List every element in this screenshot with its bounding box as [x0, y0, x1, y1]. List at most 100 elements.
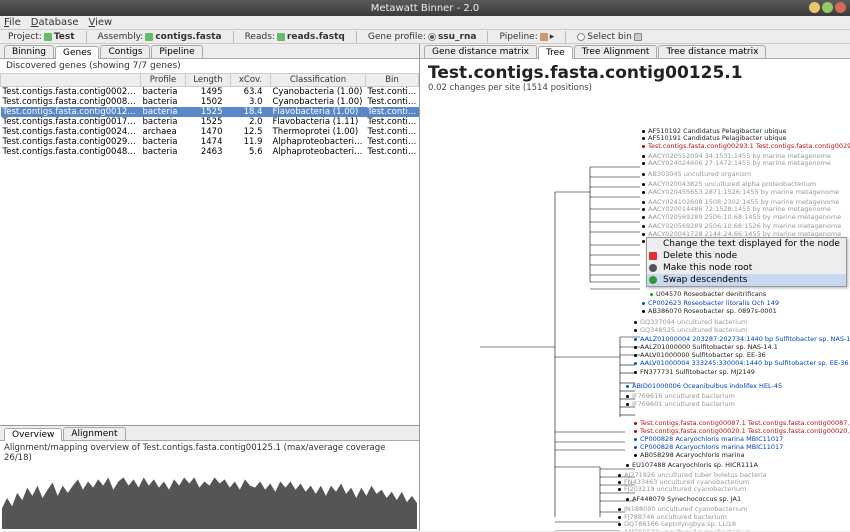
table-row[interactable]: Test.contigs.fasta.contig00125.1bacteria…: [1, 107, 419, 117]
tab-overview[interactable]: Overview: [4, 428, 62, 441]
tree-node-tip[interactable]: [634, 354, 637, 357]
tree-leaf-label[interactable]: Test.contigs.fasta.contig00020.1 Test.co…: [640, 427, 850, 435]
table-row[interactable]: Test.contigs.fasta.contig00240.1archaea1…: [1, 127, 419, 137]
tree-leaf-label[interactable]: JF769616 uncultured bacterium: [632, 392, 735, 400]
tree-node-tip[interactable]: [634, 362, 637, 365]
tree-node-tip[interactable]: [626, 403, 629, 406]
tree-leaf-label[interactable]: AB386070 Roseobacter sp. 0897s-0001: [648, 307, 777, 315]
tree-node-tip[interactable]: [618, 488, 621, 491]
tree-leaf-label[interactable]: CP000828 Acaryochloris marina MBIC11017: [640, 435, 783, 443]
tree-leaf-label[interactable]: AF448079 Synechococcus sp. JA1: [632, 495, 741, 503]
radio-on-icon[interactable]: [428, 33, 436, 41]
tree-node-tip[interactable]: [634, 329, 637, 332]
tree-leaf-label[interactable]: AACY020569289 2506:10.68:1455 by marine …: [648, 213, 841, 221]
table-row[interactable]: Test.contigs.fasta.contig00484.1bacteria…: [1, 147, 419, 157]
tree-node-tip[interactable]: [626, 385, 629, 388]
tree-leaf-label[interactable]: AF510191 Candidatus Pelagibacter ubique: [648, 134, 787, 142]
tab-tree-distance-matrix[interactable]: Tree distance matrix: [658, 45, 766, 58]
tree-node-tip[interactable]: [642, 216, 645, 219]
tree-leaf-label[interactable]: AALV01000004 333245:330004:1440 bp Sulfi…: [640, 359, 849, 367]
tab-binning[interactable]: Binning: [4, 45, 54, 58]
tree-node-tip[interactable]: [642, 173, 645, 176]
tree-leaf-label[interactable]: AACY020569289 2506:10.68:1526 by marine …: [648, 222, 841, 230]
tree-context-menu[interactable]: Change the text displayed for the nodeDe…: [646, 237, 847, 287]
tree-node-tip[interactable]: [650, 293, 653, 296]
menu-view[interactable]: View: [88, 17, 112, 28]
tree-node-tip[interactable]: [634, 338, 637, 341]
tree-leaf-label[interactable]: AACY020043825 uncultured alpha proteobac…: [648, 180, 816, 188]
tree-leaf-label[interactable]: EU107488 Acaryochloris sp. HICR111A: [632, 461, 758, 469]
tab-gene-distance-matrix[interactable]: Gene distance matrix: [424, 45, 537, 58]
tab-pipeline[interactable]: Pipeline: [151, 45, 202, 58]
tree-node-tip[interactable]: [642, 225, 645, 228]
tree-leaf-label[interactable]: AB303045 uncultured organism: [648, 170, 751, 178]
tree-leaf-label[interactable]: FN377731 Sulfitobacter sp. MJ2149: [640, 368, 755, 376]
tab-tree-alignment[interactable]: Tree Alignment: [574, 45, 658, 58]
tree-leaf-label[interactable]: AACY020014486 72:1528:1455 by marine met…: [648, 205, 831, 213]
tree-leaf-label[interactable]: JF769601 uncultured bacterium: [632, 400, 735, 408]
context-menu-item[interactable]: Delete this node: [647, 250, 846, 262]
tree-leaf-label[interactable]: GQ348525 uncultured bacterium: [640, 326, 747, 334]
tree-node-tip[interactable]: [634, 446, 637, 449]
tree-node-tip[interactable]: [642, 137, 645, 140]
tree-node-tip[interactable]: [634, 346, 637, 349]
minimize-button[interactable]: [809, 2, 820, 13]
context-menu-item[interactable]: Make this node root: [647, 262, 846, 274]
tree-node-tip[interactable]: [642, 240, 645, 243]
tree-node-tip[interactable]: [618, 508, 621, 511]
tab-tree[interactable]: Tree: [538, 46, 573, 59]
tree-node-tip[interactable]: [634, 422, 637, 425]
tree-node-tip[interactable]: [642, 130, 645, 133]
toolbar-selectbin[interactable]: Select bin: [573, 31, 646, 43]
tree-leaf-label[interactable]: Test.contigs.fasta.contig00087.1 Test.co…: [640, 419, 850, 427]
tree-leaf-label[interactable]: AB058298 Acaryochloris marina: [640, 451, 744, 459]
tree-node-tip[interactable]: [642, 302, 645, 305]
menu-file[interactable]: File: [4, 17, 21, 28]
tree-leaf-label[interactable]: Test.contigs.fasta.contig00293.1 Test.co…: [648, 142, 850, 150]
column-header[interactable]: Length: [186, 74, 231, 87]
tree-node-tip[interactable]: [618, 523, 621, 526]
column-header[interactable]: [1, 74, 141, 87]
column-header[interactable]: Classification: [271, 74, 366, 87]
tree-node-tip[interactable]: [634, 371, 637, 374]
tree-leaf-label[interactable]: GQ337094 uncultured bacterium: [640, 318, 747, 326]
refresh-icon[interactable]: [277, 33, 285, 41]
column-header[interactable]: Profile: [141, 74, 186, 87]
tree-leaf-label[interactable]: AALZ01000000 Sulfitobacter sp. NAS-14.1: [640, 343, 778, 351]
maximize-button[interactable]: [822, 2, 833, 13]
tree-node-tip[interactable]: [634, 430, 637, 433]
tab-alignment[interactable]: Alignment: [63, 427, 125, 440]
context-menu-item[interactable]: Swap descendents: [647, 274, 846, 286]
tree-leaf-label[interactable]: CP002623 Roseobacter litoralis Och 149: [648, 299, 779, 307]
tree-node-tip[interactable]: [642, 208, 645, 211]
tree-node-tip[interactable]: [618, 516, 621, 519]
table-row[interactable]: Test.contigs.fasta.contig00087.1bacteria…: [1, 97, 419, 107]
tab-contigs[interactable]: Contigs: [100, 45, 150, 58]
context-menu-item[interactable]: Change the text displayed for the node: [647, 238, 846, 250]
tree-leaf-label[interactable]: CP000828 Acaryochloris marina MBIC11017: [640, 443, 783, 451]
tab-genes[interactable]: Genes: [55, 46, 99, 59]
tree-node-tip[interactable]: [642, 233, 645, 236]
phylogenetic-tree[interactable]: AF510192 Candidatus Pelagibacter ubiqueA…: [420, 97, 850, 531]
table-row[interactable]: Test.contigs.fasta.contig00293.1bacteria…: [1, 137, 419, 147]
tree-node-tip[interactable]: [618, 474, 621, 477]
refresh-icon[interactable]: [145, 33, 153, 41]
tree-leaf-label[interactable]: AALZ01000004 203287:202734:1440 bp Sulfi…: [640, 335, 850, 343]
menu-database[interactable]: Database: [31, 17, 79, 28]
tree-node-tip[interactable]: [642, 162, 645, 165]
tree-leaf-label[interactable]: AACY020455653 2871:1526:1455 by marine m…: [648, 188, 839, 196]
column-header[interactable]: xCov.: [231, 74, 271, 87]
tree-leaf-label[interactable]: FJ203219 uncultured cyanobacterium: [624, 485, 746, 493]
tree-node-tip[interactable]: [618, 481, 621, 484]
tree-node-tip[interactable]: [626, 395, 629, 398]
tree-leaf-label[interactable]: DQ786166 Leptolyngbya sp. LLi18: [624, 520, 736, 528]
table-row[interactable]: Test.contigs.fasta.contig00020.1bacteria…: [1, 87, 419, 98]
tree-leaf-label[interactable]: AACY024024606 27:1472:1455 by marine met…: [648, 159, 831, 167]
close-button[interactable]: [835, 2, 846, 13]
tree-node-tip[interactable]: [626, 498, 629, 501]
tree-leaf-label[interactable]: ABID01000006 Oceanibulbus indolifex HEL-…: [632, 382, 782, 390]
tree-leaf-label[interactable]: U04570 Roseobacter denitrificans: [656, 290, 766, 298]
tree-node-tip[interactable]: [626, 464, 629, 467]
genes-table[interactable]: ProfileLengthxCov.ClassificationBin Test…: [0, 73, 419, 157]
tree-node-tip[interactable]: [634, 454, 637, 457]
